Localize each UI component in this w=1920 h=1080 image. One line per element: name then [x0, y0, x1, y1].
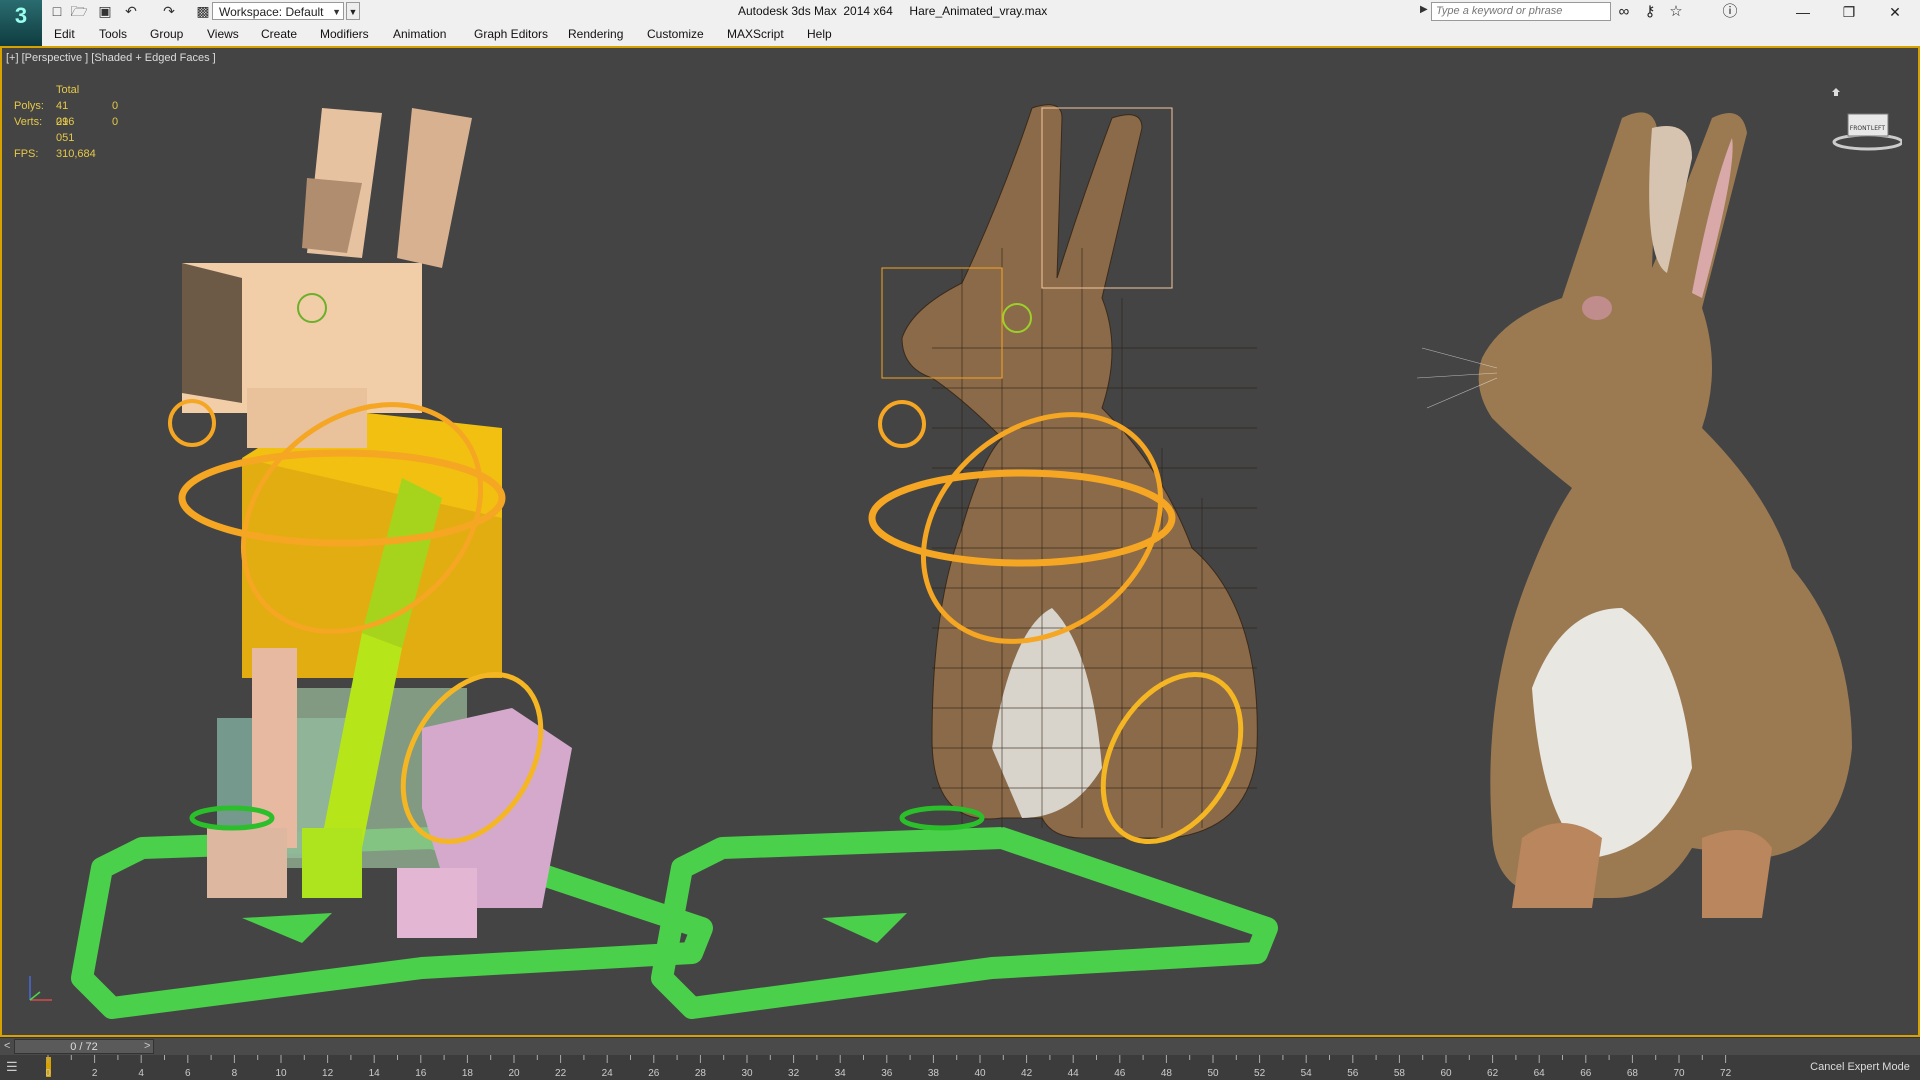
menu-modifiers[interactable]: Modifiers	[320, 27, 369, 41]
home-icon	[1832, 88, 1840, 96]
timeline-tick-label: 62	[1487, 1068, 1499, 1079]
chevron-down-icon: ▼	[332, 7, 341, 17]
time-next-button[interactable]: >	[144, 1040, 150, 1052]
track-bar: ☰ 0 2 4 6 8 10 12 14 16 18 20 22 24 26 28 30 32 34 36 38 40 4…	[0, 1055, 1920, 1080]
minimize-icon[interactable]: —	[1780, 0, 1826, 24]
timeline-tick-label: 6	[185, 1068, 191, 1079]
timeline-tick-label: 8	[232, 1068, 238, 1079]
timeline-ruler[interactable]: 0 2 4 6 8 10 12 14 16 18 20 22 24 26 28 30 32 34 36 38 40 42 4…	[46, 1055, 1746, 1080]
menu-views[interactable]: Views	[207, 27, 239, 41]
time-slider-bar: < 0 / 72 >	[0, 1037, 1920, 1056]
timeline-tick-label: 12	[322, 1068, 334, 1079]
rendered-hare[interactable]	[1416, 112, 1852, 918]
wireframe-hare[interactable]	[651, 104, 1278, 1019]
timeline-tick-label: 30	[741, 1068, 753, 1079]
timeline-tick-label: 20	[508, 1068, 520, 1079]
timeline-tick-label: 32	[788, 1068, 800, 1079]
project-folder-icon[interactable]: ▩	[194, 3, 212, 20]
menu-tools[interactable]: Tools	[99, 27, 127, 41]
timeline-tick-label: 58	[1394, 1068, 1406, 1079]
search-input[interactable]: Type a keyword or phrase	[1431, 2, 1611, 21]
timeline-tick-label: 14	[369, 1068, 381, 1079]
timeline-tick-label: 60	[1440, 1068, 1452, 1079]
verts-selected: 0	[112, 116, 119, 128]
star-icon[interactable]: ☆	[1666, 2, 1686, 22]
timeline-tick-label: 16	[415, 1068, 427, 1079]
timeline-tick-label: 48	[1161, 1068, 1173, 1079]
timeline-tick-label: 38	[928, 1068, 940, 1079]
open-icon[interactable]: 🗁	[70, 3, 88, 20]
workspace-dropdown[interactable]: Workspace: Default ▼	[212, 2, 344, 20]
timeline-tick-label: 56	[1347, 1068, 1359, 1079]
timeline-tick-label: 22	[555, 1068, 567, 1079]
time-slider[interactable]: 0 / 72	[14, 1039, 154, 1054]
workspace-label: Workspace: Default	[219, 5, 324, 19]
menu-animation[interactable]: Animation	[393, 27, 446, 41]
fps-value: 310,684	[56, 148, 96, 160]
help-icon[interactable]: ⓘ	[1720, 2, 1740, 22]
menu-group[interactable]: Group	[150, 27, 183, 41]
verts-value: 21 051	[56, 116, 75, 144]
timeline-tick-label: 72	[1720, 1068, 1732, 1079]
timeline-tick-label: 50	[1207, 1068, 1219, 1079]
timeline-tick-label: 64	[1534, 1068, 1546, 1079]
fps-label: FPS:	[14, 148, 39, 160]
workspace-menu-button[interactable]: ▼	[346, 2, 360, 20]
menu-create[interactable]: Create	[261, 27, 297, 41]
timeline-tick-label: 24	[602, 1068, 614, 1079]
polys-label: Polys:	[14, 100, 44, 112]
binoculars-icon[interactable]: ∞	[1614, 2, 1634, 22]
timeline-tick-label: 70	[1673, 1068, 1685, 1079]
timeline-tick-label: 40	[974, 1068, 986, 1079]
timeline-tick-label: 36	[881, 1068, 893, 1079]
timeline-tick-label: 4	[138, 1068, 144, 1079]
menu-edit[interactable]: Edit	[54, 27, 75, 41]
window-title: Autodesk 3ds Max 2014 x64 Hare_Animated_…	[738, 4, 1048, 18]
timeline-tick-label: 28	[695, 1068, 707, 1079]
perspective-viewport[interactable]: [+] [Perspective ] [Shaded + Edged Faces…	[0, 46, 1920, 1037]
menu-help[interactable]: Help	[807, 27, 832, 41]
viewport-label[interactable]: [+] [Perspective ] [Shaded + Edged Faces…	[6, 52, 216, 64]
timeline-tick-label: 54	[1301, 1068, 1313, 1079]
title-bar: □ 🗁 ▣ ↶ ↷ ▩ Workspace: Default ▼ ▼ Autod…	[0, 0, 1920, 25]
restore-icon[interactable]: ❐	[1826, 0, 1872, 24]
timeline-tick-label: 68	[1627, 1068, 1639, 1079]
time-prev-button[interactable]: <	[4, 1040, 10, 1052]
menu-graph-editors[interactable]: Graph Editors	[474, 27, 548, 41]
timeline-tick-label: 18	[462, 1068, 474, 1079]
menu-rendering[interactable]: Rendering	[568, 27, 623, 41]
timeline-tick-label: 42	[1021, 1068, 1033, 1079]
box-rig-hare[interactable]	[71, 108, 713, 1019]
close-icon[interactable]: ✕	[1872, 0, 1918, 24]
polys-selected: 0	[112, 100, 119, 112]
timeline-tick-label: 10	[275, 1068, 287, 1079]
timeline-tick-label: 0	[46, 1068, 51, 1079]
search-expand-icon[interactable]: ▶	[1420, 4, 1428, 15]
timeline-tick-label: 44	[1068, 1068, 1080, 1079]
menu-maxscript[interactable]: MAXScript	[727, 27, 784, 41]
timeline-tick-label: 66	[1580, 1068, 1592, 1079]
new-icon[interactable]: □	[48, 3, 66, 20]
timeline-tick-label: 46	[1114, 1068, 1126, 1079]
verts-label: Verts:	[14, 116, 43, 128]
timeline-tick-label: 26	[648, 1068, 660, 1079]
axis-tripod-icon	[29, 976, 52, 1001]
timeline-tick-label: 52	[1254, 1068, 1266, 1079]
key-icon[interactable]: ⚷	[1640, 2, 1660, 22]
timeline-tick-label: 34	[835, 1068, 847, 1079]
mini-curve-editor-icon[interactable]: ☰	[6, 1059, 32, 1076]
viewcube-left: LEFT	[1871, 125, 1885, 132]
cancel-expert-mode-button[interactable]: Cancel Expert Mode	[1800, 1055, 1920, 1080]
stats-header: Total	[56, 84, 80, 96]
timeline-tick-label: 2	[92, 1068, 98, 1079]
undo-icon[interactable]: ↶	[122, 3, 140, 20]
menu-customize[interactable]: Customize	[647, 27, 704, 41]
app-logo[interactable]: 3	[0, 0, 42, 46]
menu-bar: Edit Tools Group Views Create Modifiers …	[42, 24, 1920, 47]
scene-canvas[interactable]	[2, 48, 1918, 1035]
viewcube-front: FRONT	[1850, 125, 1871, 132]
redo-icon[interactable]: ↷	[160, 3, 178, 20]
viewcube[interactable]: FRONT LEFT	[1828, 86, 1902, 152]
save-icon[interactable]: ▣	[96, 3, 114, 20]
